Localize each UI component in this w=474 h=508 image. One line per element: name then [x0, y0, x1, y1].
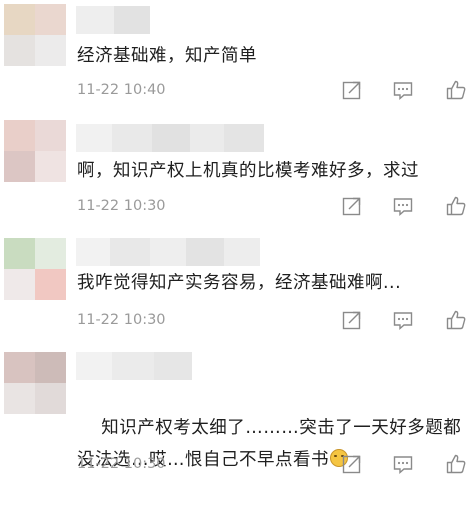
- comment-time: 11-22 10:30: [77, 198, 166, 214]
- comment-text: 啊，知识产权上机真的比模考难好多，求过: [77, 161, 419, 181]
- share-icon[interactable]: [341, 195, 363, 217]
- comment-meta: 11-22 10:30: [77, 308, 474, 332]
- avatar-tile: [4, 120, 35, 151]
- avatar-tile: [4, 352, 35, 383]
- blur-block: [150, 238, 186, 266]
- avatar-tile: [35, 238, 66, 269]
- thumbs-up-icon[interactable]: [445, 309, 467, 331]
- thumbs-up-icon[interactable]: [445, 195, 467, 217]
- comment-text: 我咋觉得知产实务容易，经济基础难啊...: [77, 273, 402, 293]
- avatar-tile: [4, 269, 35, 300]
- avatar-tile: [35, 352, 66, 383]
- blur-block: [76, 352, 112, 380]
- avatar-tile: [35, 4, 66, 35]
- blur-block: [76, 6, 114, 34]
- thumbs-up-icon[interactable]: [445, 79, 467, 101]
- comment-icon[interactable]: [392, 79, 414, 101]
- avatar[interactable]: [4, 120, 66, 182]
- comment-icon[interactable]: [392, 309, 414, 331]
- avatar-tile: [4, 383, 35, 414]
- blur-block: [190, 124, 224, 152]
- username-blurred[interactable]: [76, 238, 260, 266]
- avatar-tile: [35, 151, 66, 182]
- blur-block: [76, 124, 112, 152]
- avatar-tile: [35, 383, 66, 414]
- share-icon[interactable]: [341, 309, 363, 331]
- share-icon[interactable]: [341, 79, 363, 101]
- avatar[interactable]: [4, 238, 66, 300]
- blur-block: [154, 352, 192, 380]
- comment-time: 11-22 10:40: [77, 82, 166, 98]
- blur-block: [76, 238, 110, 266]
- comment-item: 知识产权考太细了………突击了一天好多题都没法选…哎…恨自己不早点看书 11-22…: [0, 342, 474, 483]
- username-blurred[interactable]: [76, 124, 264, 152]
- avatar[interactable]: [4, 352, 66, 414]
- comment-meta: 11-22 10:30: [77, 194, 474, 218]
- username-blurred[interactable]: [76, 6, 150, 34]
- avatar-tile: [4, 4, 35, 35]
- comment-time: 11-22 10:30: [77, 456, 166, 472]
- thumbs-up-icon[interactable]: [445, 453, 467, 475]
- avatar-tile: [4, 151, 35, 182]
- comment-text: 经济基础难，知产简单: [77, 46, 257, 66]
- avatar-tile: [4, 35, 35, 66]
- blur-block: [114, 6, 150, 34]
- comment-item: 我咋觉得知产实务容易，经济基础难啊... 11-22 10:30: [0, 230, 474, 342]
- username-blurred[interactable]: [76, 352, 192, 380]
- avatar-tile: [35, 120, 66, 151]
- avatar[interactable]: [4, 4, 66, 66]
- comment-text: 知识产权考太细了………突击了一天好多题都没法选…哎…恨自己不早点看书: [77, 380, 468, 508]
- comment-time: 11-22 10:30: [77, 312, 166, 328]
- blur-block: [112, 352, 154, 380]
- share-icon[interactable]: [341, 453, 363, 475]
- blur-block: [186, 238, 224, 266]
- comment-meta: 11-22 10:40: [77, 78, 474, 102]
- blur-block: [224, 238, 260, 266]
- avatar-tile: [4, 238, 35, 269]
- blur-block: [152, 124, 190, 152]
- avatar-tile: [35, 269, 66, 300]
- comment-meta: 11-22 10:30: [77, 452, 474, 476]
- blur-block: [112, 124, 152, 152]
- blur-block: [224, 124, 264, 152]
- blur-block: [110, 238, 150, 266]
- comment-item: 啊，知识产权上机真的比模考难好多，求过 11-22 10:30: [0, 110, 474, 230]
- avatar-tile: [35, 35, 66, 66]
- comment-icon[interactable]: [392, 195, 414, 217]
- comment-item: 经济基础难，知产简单 11-22 10:40: [0, 0, 474, 110]
- comment-icon[interactable]: [392, 453, 414, 475]
